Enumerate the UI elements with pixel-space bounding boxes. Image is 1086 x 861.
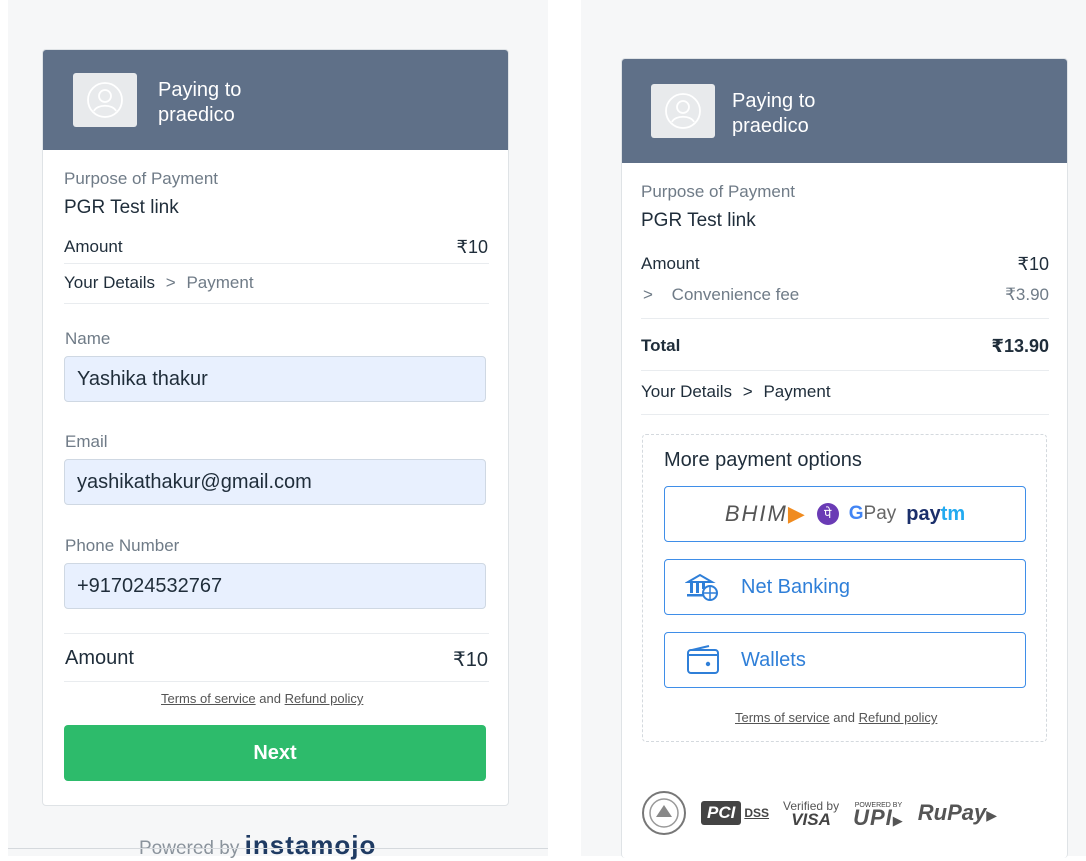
wallet-icon (687, 645, 719, 674)
breadcrumb-separator: > (165, 273, 176, 292)
phone-field[interactable]: +917024532767 (64, 563, 486, 609)
payment-options-panel: More payment options BHIM▶ पे GPay paytm… (642, 434, 1047, 742)
terms-and: and (833, 710, 855, 725)
payee-name: praedico (732, 115, 809, 137)
divider (641, 414, 1049, 415)
right-screen: Paying to praedico Purpose of Payment PG… (581, 0, 1086, 858)
upi-badge: POWERED BY UPI▶ (853, 801, 904, 830)
upi-option-button[interactable]: BHIM▶ पे GPay paytm (664, 486, 1026, 542)
bottom-edge (8, 848, 548, 849)
total-value: ₹13.90 (991, 336, 1049, 356)
phone-label: Phone Number (65, 536, 180, 555)
name-label: Name (65, 329, 111, 348)
bhim-logo: BHIM▶ (724, 501, 807, 526)
payment-card: Paying to praedico Purpose of Payment PG… (42, 49, 509, 806)
paying-to-label: Paying to (732, 90, 816, 112)
amount-value: ₹10 (1017, 254, 1049, 274)
payee-name: praedico (158, 104, 235, 126)
terms-and: and (259, 691, 281, 706)
purpose-label: Purpose of Payment (641, 182, 796, 201)
breadcrumb-payment[interactable]: Payment (186, 273, 253, 292)
more-options-title: More payment options (664, 449, 862, 471)
total-amount-value: ₹10 (453, 649, 488, 671)
rbi-seal-icon (642, 791, 686, 835)
wallets-button[interactable]: Wallets (664, 632, 1026, 688)
net-banking-button[interactable]: Net Banking (664, 559, 1026, 615)
amount-label: Amount (641, 254, 700, 273)
left-screen: Paying to praedico Purpose of Payment PG… (8, 0, 548, 860)
breadcrumb-details[interactable]: Your Details (641, 382, 732, 401)
email-label: Email (65, 432, 108, 451)
gpay-logo: GPay (848, 503, 897, 524)
amount-value: ₹10 (456, 237, 488, 257)
user-icon (87, 82, 123, 118)
name-field[interactable]: Yashika thakur (64, 356, 486, 402)
breadcrumb-details[interactable]: Your Details (64, 273, 155, 292)
security-badges: PCI DSS Verified by VISA POWERED BY UPI▶… (641, 790, 997, 836)
purpose-label: Purpose of Payment (64, 169, 219, 188)
breadcrumb-payment[interactable]: Payment (763, 382, 830, 401)
divider (641, 318, 1049, 319)
breadcrumb: Your Details > Payment (64, 273, 254, 293)
rupay-badge: RuPay▶ (917, 800, 998, 825)
pci-dss-badge: PCI DSS (701, 801, 769, 825)
user-icon (665, 93, 701, 129)
terms-of-service-link[interactable]: Terms of service (735, 710, 830, 725)
payment-card: Paying to praedico Purpose of Payment PG… (621, 58, 1068, 858)
paytm-logo: paytm (906, 502, 966, 525)
net-banking-label: Net Banking (741, 575, 850, 598)
bank-icon (685, 573, 718, 601)
email-field[interactable]: yashikathakur@gmail.com (64, 459, 486, 505)
paying-to-text: Paying to praedico (732, 89, 815, 139)
terms-of-service-link[interactable]: Terms of service (161, 691, 256, 706)
amount-label: Amount (64, 237, 123, 256)
terms-text: Terms of service and Refund policy (161, 691, 363, 706)
avatar (73, 73, 137, 127)
breadcrumb-separator: > (742, 382, 753, 401)
divider (64, 263, 489, 264)
phonepe-icon: पे (816, 503, 839, 525)
divider (64, 681, 489, 682)
purpose-value: PGR Test link (64, 197, 179, 218)
verified-by-visa-badge: Verified by VISA (783, 799, 840, 829)
total-amount-label: Amount (65, 647, 134, 669)
avatar (651, 84, 715, 138)
total-label: Total (641, 336, 681, 355)
next-button[interactable]: Next (64, 725, 486, 781)
refund-policy-link[interactable]: Refund policy (285, 691, 364, 706)
breadcrumb: Your Details > Payment (641, 382, 831, 402)
divider (64, 633, 489, 634)
payee-header: Paying to praedico (622, 59, 1067, 163)
fee-value: ₹3.90 (1005, 285, 1049, 304)
purpose-value: PGR Test link (641, 210, 756, 231)
fee-label: Convenience fee (671, 285, 800, 304)
terms-text: Terms of service and Refund policy (735, 710, 937, 725)
payee-header: Paying to praedico (43, 50, 508, 150)
divider (64, 303, 489, 304)
powered-by: Powered by instamojo (139, 830, 376, 861)
paying-to-label: Paying to (158, 79, 242, 101)
divider (641, 370, 1049, 371)
paying-to-text: Paying to praedico (158, 78, 241, 128)
wallets-label: Wallets (741, 648, 806, 671)
refund-policy-link[interactable]: Refund policy (859, 710, 938, 725)
fee-row[interactable]: > Convenience fee (643, 285, 799, 305)
chevron-right-icon: > (643, 285, 653, 304)
